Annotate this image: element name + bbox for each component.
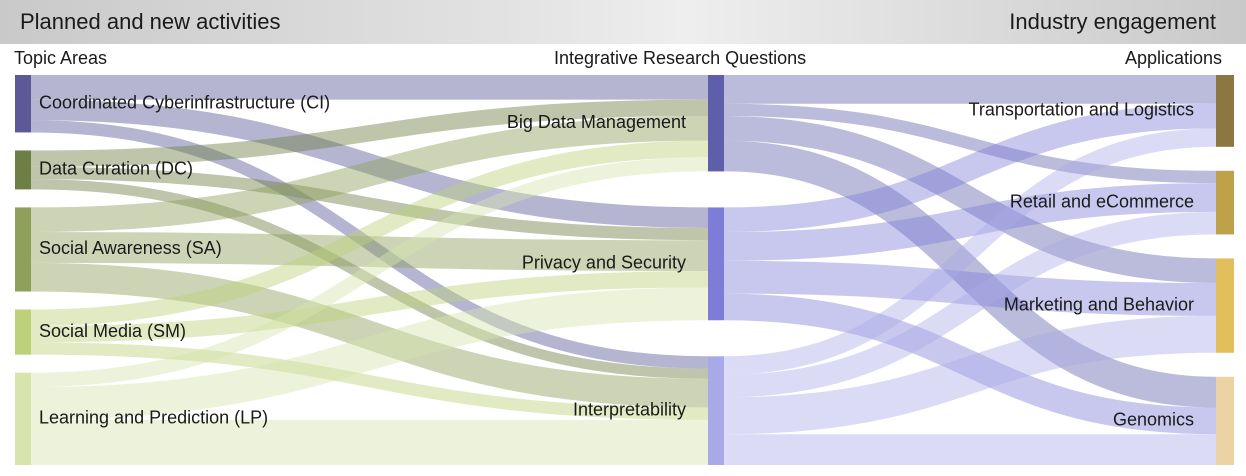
node-label-bdm: Big Data Management: [507, 112, 686, 132]
node-lp: [15, 372, 31, 465]
node-label-ci: Coordinated Cyberinfrastructure (CI): [39, 92, 330, 112]
node-int: [708, 356, 724, 465]
node-label-sa: Social Awareness (SA): [39, 238, 222, 258]
node-label-ps: Privacy and Security: [522, 253, 686, 273]
node-label-re: Retail and eCommerce: [1010, 191, 1194, 211]
node-re: [1216, 170, 1234, 235]
node-sa: [15, 207, 31, 292]
node-label-sm: Social Media (SM): [39, 321, 186, 341]
node-label-int: Interpretability: [573, 399, 686, 419]
node-bdm: [708, 75, 724, 172]
node-ps: [708, 207, 724, 321]
node-label-ge: Genomics: [1113, 410, 1194, 430]
node-label-tl: Transportation and Logistics: [969, 100, 1194, 120]
node-ci: [15, 75, 31, 133]
node-label-dc: Data Curation (DC): [39, 159, 193, 179]
node-label-lp: Learning and Prediction (LP): [39, 408, 268, 428]
node-mb: [1216, 258, 1234, 353]
node-dc: [15, 150, 31, 190]
node-label-mb: Marketing and Behavior: [1004, 294, 1194, 314]
node-tl: [1216, 75, 1234, 147]
sankey-diagram: Coordinated Cyberinfrastructure (CI) Data…: [15, 74, 1234, 466]
node-ge: [1216, 376, 1234, 465]
node-sm: [15, 309, 31, 355]
